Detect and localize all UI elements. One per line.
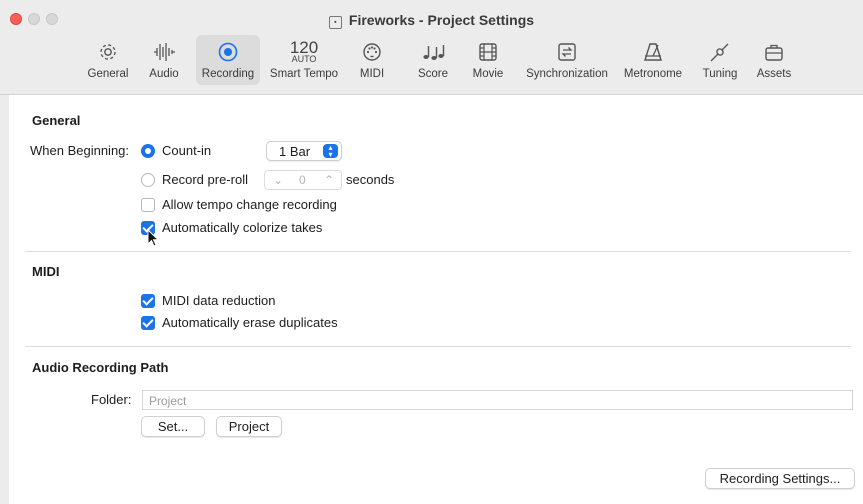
recording-settings-button[interactable]: Recording Settings... xyxy=(705,468,855,489)
tuning-fork-icon xyxy=(708,39,732,65)
tab-assets[interactable]: Assets xyxy=(752,35,796,85)
tab-smart-tempo[interactable]: 120 AUTO Smart Tempo xyxy=(266,35,342,85)
title-bar: ▪ Fireworks - Project Settings General Au… xyxy=(0,0,863,95)
section-divider xyxy=(25,346,851,347)
count-in-value: 1 Bar xyxy=(279,144,311,159)
tab-metronome[interactable]: Metronome xyxy=(620,35,686,85)
film-icon xyxy=(477,39,499,65)
folder-label: Folder: xyxy=(91,392,132,407)
count-in-popup[interactable]: 1 Bar ▴ ▾ xyxy=(266,141,342,161)
tab-general[interactable]: General xyxy=(84,35,132,85)
erase-duplicates-label: Automatically erase duplicates xyxy=(162,315,338,330)
decrement-chevron-icon[interactable]: ⌄ xyxy=(273,173,283,187)
set-folder-button[interactable]: Set... xyxy=(141,416,205,437)
tab-midi[interactable]: MIDI xyxy=(352,35,392,85)
record-icon xyxy=(217,39,239,65)
tab-movie[interactable]: Movie xyxy=(466,35,510,85)
document-icon: ▪ xyxy=(328,16,342,29)
erase-duplicates-checkbox[interactable] xyxy=(141,316,155,330)
section-heading-general: General xyxy=(32,113,81,128)
sync-icon xyxy=(556,39,578,65)
allow-tempo-change-label: Allow tempo change recording xyxy=(162,197,337,212)
preroll-value: 0 xyxy=(299,173,306,187)
settings-pane: General When Beginning: Count-in 1 Bar ▴… xyxy=(9,95,863,504)
project-folder-button[interactable]: Project xyxy=(216,416,282,437)
record-preroll-radio[interactable] xyxy=(141,173,155,187)
mouse-pointer-icon xyxy=(147,228,160,252)
briefcase-icon xyxy=(763,39,785,65)
project-settings-window: ▪ Fireworks - Project Settings General Au… xyxy=(0,0,863,504)
tab-recording[interactable]: Recording xyxy=(196,35,260,85)
window-title: ▪ Fireworks - Project Settings xyxy=(0,12,863,29)
gear-icon xyxy=(97,39,119,65)
when-beginning-label: When Beginning: xyxy=(30,143,130,158)
section-heading-midi: MIDI xyxy=(32,264,60,279)
notes-icon xyxy=(421,39,445,65)
midi-data-reduction-label: MIDI data reduction xyxy=(162,293,276,308)
midi-port-icon xyxy=(361,39,383,65)
colorize-takes-label: Automatically colorize takes xyxy=(162,220,323,235)
midi-data-reduction-checkbox[interactable] xyxy=(141,294,155,308)
section-heading-audio-recording-path: Audio Recording Path xyxy=(32,360,169,375)
tab-tuning[interactable]: Tuning xyxy=(698,35,742,85)
count-in-radio[interactable] xyxy=(141,144,155,158)
folder-path-field[interactable]: Project xyxy=(142,390,853,410)
tempo-display: 120 AUTO xyxy=(289,38,319,64)
popup-arrows-icon: ▴ ▾ xyxy=(323,144,338,159)
tab-audio[interactable]: Audio xyxy=(142,35,186,85)
increment-chevron-icon[interactable]: ⌃ xyxy=(324,173,334,187)
waveform-icon xyxy=(152,39,176,65)
tab-synchronization[interactable]: Synchronization xyxy=(520,35,614,85)
seconds-label: seconds xyxy=(346,172,395,187)
tab-score[interactable]: Score xyxy=(412,35,454,85)
preroll-stepper[interactable]: ⌄ 0 ⌃ xyxy=(264,170,342,190)
count-in-label: Count-in xyxy=(162,143,212,158)
allow-tempo-change-checkbox[interactable] xyxy=(141,198,155,212)
metronome-icon xyxy=(642,39,664,65)
record-preroll-label: Record pre-roll xyxy=(162,172,248,187)
